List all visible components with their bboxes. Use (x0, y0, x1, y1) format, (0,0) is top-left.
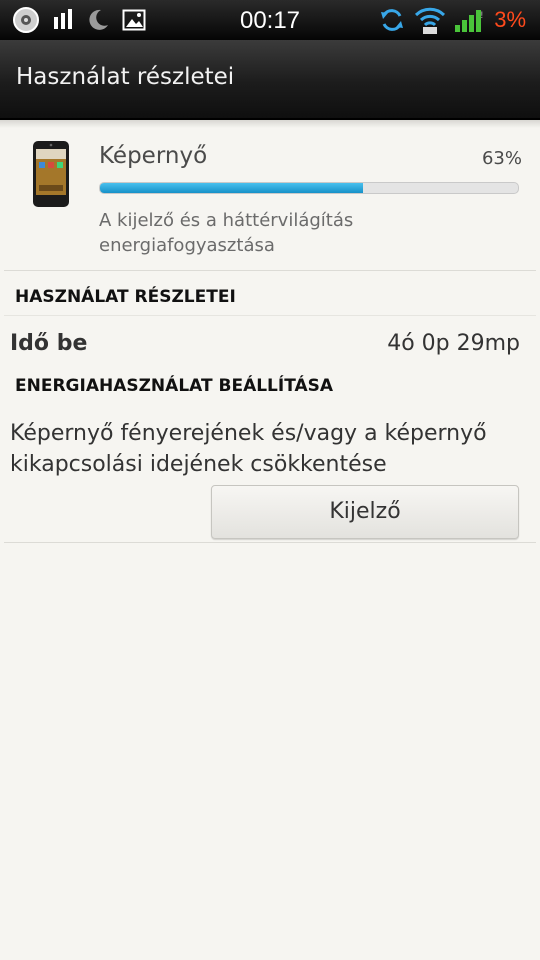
battery-percent: 3% (494, 7, 526, 32)
power-settings-heading: ENERGIAHASZNÁLAT BEÁLLÍTÁSA (15, 376, 334, 396)
usage-percent: 63% (481, 148, 522, 169)
cell-signal-icon: ! (455, 10, 484, 32)
divider (4, 315, 536, 316)
usage-progress-bar (99, 182, 519, 194)
svg-text:!: ! (480, 11, 484, 21)
title-shadow (0, 120, 540, 128)
display-settings-button[interactable]: Kijelző (211, 485, 519, 539)
title-bar: Használat részletei (0, 40, 540, 120)
sync-icon (381, 9, 404, 31)
time-on-value: 4ó 0p 29mp (387, 331, 520, 356)
time-on-label: Idő be (10, 331, 88, 356)
phone-icon (33, 141, 69, 207)
divider (4, 270, 536, 271)
wifi-icon (415, 7, 446, 34)
usage-progress-fill (100, 183, 364, 193)
usage-item-name: Képernyő (99, 143, 208, 169)
status-bar: 00:17 ! 3% (0, 0, 540, 40)
page-title: Használat részletei (16, 64, 235, 90)
power-settings-text: Képernyő fényerejének és/vagy a képernyő… (10, 421, 487, 477)
usage-details-heading: HASZNÁLAT RÉSZLETEI (15, 287, 236, 307)
divider (4, 542, 536, 543)
usage-description: A kijelző és a háttérvilágítás energiafo… (99, 210, 354, 256)
